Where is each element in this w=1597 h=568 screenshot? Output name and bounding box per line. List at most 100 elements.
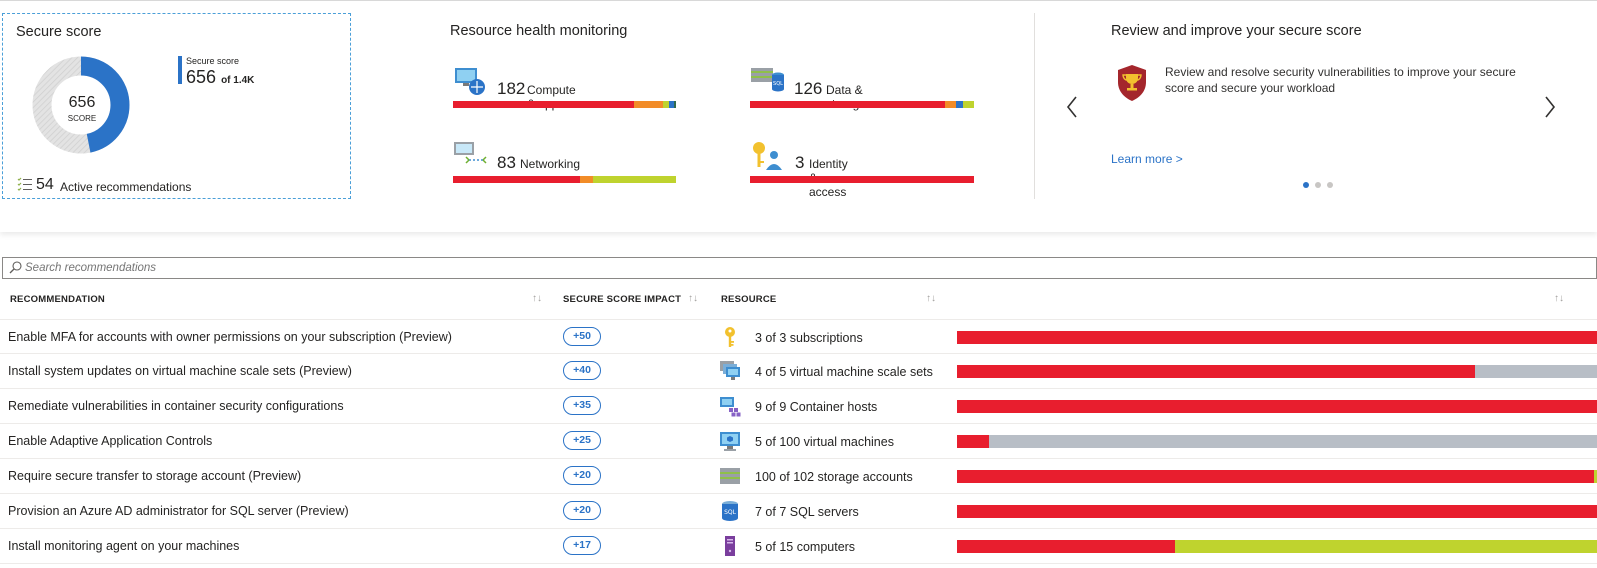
bar-segment [962,101,974,108]
key-icon [725,327,735,347]
legend-swatch [178,56,182,84]
resource-health-bar [957,505,1597,518]
resource-health-bar [957,400,1597,413]
bar-segment [453,101,634,108]
networking-health-bar [453,176,676,183]
bar-segment [662,101,670,108]
resource-text: 3 of 3 subscriptions [755,331,863,345]
score-caption: SCORE [67,114,97,123]
computer-icon [725,536,735,556]
table-row[interactable]: Install monitoring agent on your machine… [0,529,1597,564]
recommendation-text: Install monitoring agent on your machine… [8,539,240,553]
promo-title: Review and improve your secure score [1111,23,1362,39]
search-icon [9,261,22,274]
bar-segment [957,365,1476,378]
impact-badge: +50 [563,327,601,346]
header-recommendation[interactable]: RECOMMENDATION [10,294,105,305]
table-row[interactable]: Provision an Azure AD administrator for … [0,494,1597,529]
resource-health-bar [957,470,1597,483]
data-storage-health-bar [750,101,974,108]
identity-count: 3 [795,153,805,172]
bar-segment [957,435,989,448]
legend-label: Secure score [186,56,240,66]
sort-resource-icon[interactable]: ↑↓ [926,293,936,304]
bar-segment [989,435,1597,448]
impact-badge: +20 [563,466,601,485]
carousel-dot-3[interactable] [1327,182,1333,188]
impact-badge: +25 [563,431,601,450]
bar-segment [957,331,1597,344]
networking-icon [454,142,487,164]
bar-segment [750,176,974,183]
bar-segment [957,400,1597,413]
svg-text:SQL: SQL [773,81,783,87]
resource-text: 4 of 5 virtual machine scale sets [755,365,933,379]
header-resource[interactable]: RESOURCE [721,294,776,305]
impact-badge: +17 [563,536,601,555]
sort-health-icon[interactable]: ↑↓ [1554,293,1564,304]
impact-badge: +20 [563,501,601,520]
storage-account-icon [720,468,740,484]
svg-text:SQL: SQL [724,509,737,516]
sql-storage-icon: SQL [751,68,784,92]
impact-badge: +40 [563,361,601,380]
sort-recommendation-icon[interactable]: ↑↓ [532,293,542,304]
search-box[interactable] [2,257,1597,279]
resource-text: 5 of 100 virtual machines [755,435,894,449]
bar-segment [1174,540,1597,553]
carousel-next-icon[interactable] [1543,95,1557,119]
legend-value: 656 of 1.4K [186,67,255,87]
resource-text: 9 of 9 Container hosts [755,400,878,414]
carousel-prev-icon[interactable] [1065,95,1079,119]
bar-segment [956,101,963,108]
bar-segment [633,101,663,108]
header-secure-score-impact[interactable]: SECURE SCORE IMPACT [563,294,681,305]
bar-segment [957,505,1597,518]
recommendation-text: Require secure transfer to storage accou… [8,469,302,483]
bar-segment [580,176,594,183]
bar-segment [1475,365,1597,378]
table-row[interactable]: Enable Adaptive Application Controls +25… [0,424,1597,459]
promo-description: Review and resolve security vulnerabilit… [1165,65,1516,95]
trophy-shield-icon [1118,65,1146,101]
networking-count: 83 [497,153,516,172]
carousel-dot-2[interactable] [1315,182,1321,188]
bar-segment [593,176,676,183]
checklist-icon [17,177,32,191]
bar-segment [957,470,1594,483]
recommendation-text: Install system updates on virtual machin… [8,364,352,378]
table-row[interactable]: Install system updates on virtual machin… [0,354,1597,389]
bar-segment [673,101,676,108]
recommendation-text: Enable Adaptive Application Controls [8,434,213,448]
table-row[interactable]: Enable MFA for accounts with owner permi… [0,319,1597,354]
resource-health-bar [957,540,1597,553]
resource-health-title: Resource health monitoring [450,23,628,39]
resource-text: 5 of 15 computers [755,540,856,554]
vm-scale-set-icon [720,361,740,380]
table-header: RECOMMENDATION ↑↓ SECURE SCORE IMPACT ↑↓… [0,283,1597,319]
active-recommendations-label: Active recommendations [60,180,192,194]
bar-segment [750,101,945,108]
resource-text: 100 of 102 storage accounts [755,470,913,484]
table-row[interactable]: Require secure transfer to storage accou… [0,459,1597,494]
sort-impact-icon[interactable]: ↑↓ [688,293,698,304]
recommendation-text: Enable MFA for accounts with owner permi… [8,330,452,344]
container-host-icon [720,397,741,417]
bar-segment [957,540,1175,553]
score-value: 656 [68,94,96,111]
panel-divider [1034,13,1035,199]
sql-server-icon: SQL [722,501,738,521]
search-input[interactable] [25,260,1525,276]
virtual-machine-icon [720,432,740,451]
overview-panel: Secure score 656 SCORE Secure score 656 … [0,0,1597,232]
resource-health-bar [957,331,1597,344]
carousel-pagination [1303,182,1333,188]
carousel-dot-1[interactable] [1303,182,1309,188]
table-row[interactable]: Remediate vulnerabilities in container s… [0,389,1597,424]
recommendation-text: Remediate vulnerabilities in container s… [8,399,344,413]
identity-health-bar [750,176,974,183]
resource-health-bar [957,435,1597,448]
compute-health-bar [453,101,676,108]
compute-icon [455,68,485,95]
learn-more-link[interactable]: Learn more > [1111,152,1183,166]
